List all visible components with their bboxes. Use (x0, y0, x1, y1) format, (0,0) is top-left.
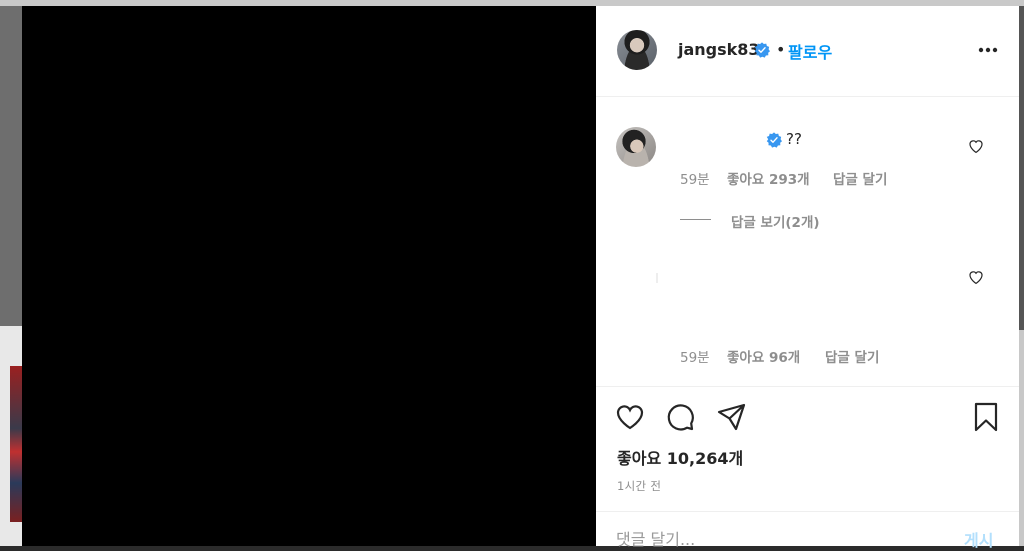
comment-text: ?? (786, 130, 802, 148)
like-heart-icon[interactable] (614, 401, 646, 433)
reply-button[interactable]: 답글 달기 (825, 346, 879, 366)
verified-badge-icon (754, 42, 770, 58)
replies-divider (680, 219, 711, 220)
post-comment-button[interactable]: 게시 (964, 527, 993, 551)
comment-like-heart-icon[interactable] (967, 268, 985, 286)
comments-list (596, 97, 1019, 384)
verified-badge-icon (766, 132, 782, 148)
comment-like-heart-icon[interactable] (967, 137, 985, 155)
share-send-icon[interactable] (716, 401, 748, 433)
save-bookmark-icon[interactable] (970, 401, 1002, 433)
view-replies-button[interactable]: 답글 보기(2개) (731, 211, 820, 231)
header-separator: • (776, 40, 786, 59)
post-time-ago[interactable]: 1시간 전 (617, 478, 661, 494)
reply-button[interactable]: 답글 달기 (833, 168, 887, 188)
background-right-panel (1019, 330, 1024, 546)
like-count[interactable]: 좋아요 10,264개 (617, 445, 743, 469)
comment-icon[interactable] (664, 401, 696, 433)
post-media[interactable] (22, 6, 596, 546)
follow-button[interactable]: 팔로우 (788, 39, 832, 63)
more-options-icon[interactable] (976, 40, 1000, 60)
comment-avatar-placeholder (656, 273, 658, 283)
header-avatar[interactable] (617, 30, 657, 70)
comment-likes[interactable]: 좋아요 96개 (727, 346, 800, 366)
comment-time[interactable]: 59분 (680, 168, 710, 188)
comment-likes[interactable]: 좋아요 293개 (727, 168, 810, 188)
comment-avatar[interactable] (616, 127, 656, 167)
background-thumbnail (10, 366, 22, 522)
header-username[interactable]: jangsk83 (678, 40, 760, 59)
comment-input[interactable] (616, 528, 916, 550)
comment-time[interactable]: 59분 (680, 346, 710, 366)
